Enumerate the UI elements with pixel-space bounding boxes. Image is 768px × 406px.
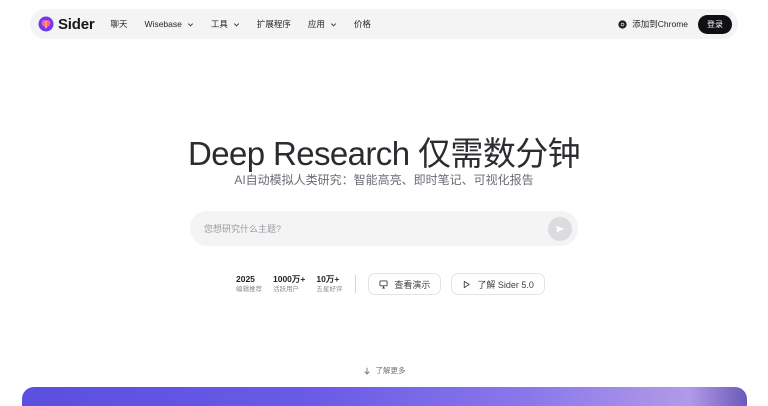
stat-five-star-reviews: 10万+ 五星好评 (316, 274, 342, 294)
play-icon (464, 280, 471, 288)
nav-item-pricing[interactable]: 价格 (354, 18, 371, 30)
nav-item-label: 工具 (210, 19, 228, 29)
chevron-down-icon (187, 22, 193, 26)
nav-item-label: 聊天 (110, 19, 128, 29)
nav-item-label: Wisebase (144, 19, 182, 29)
view-demo-label: 查看演示 (394, 279, 431, 290)
stat-value: 10万+ (316, 274, 340, 284)
view-demo-button[interactable]: 查看演示 (368, 273, 442, 295)
research-topic-input[interactable] (204, 223, 548, 234)
stat-editors-choice: 2025 编辑推荐 (236, 274, 262, 294)
brand-logo[interactable]: Sider (38, 16, 95, 33)
nav-item-wisebase[interactable]: Wisebase (145, 19, 194, 29)
chrome-icon (618, 19, 627, 29)
research-search-bar (190, 211, 578, 246)
nav-item-apps[interactable]: 应用 (308, 18, 337, 30)
hero-subtitle: AI自动模拟人类研究：智能高亮、即时笔记、可视化报告 (234, 173, 534, 187)
nav-item-label: 扩展程序 (256, 19, 291, 29)
chevron-down-icon (330, 22, 336, 26)
learn-more-label: 了解更多 (375, 366, 406, 375)
brand-name: Sider (58, 15, 95, 33)
nav-item-chat[interactable]: 聊天 (111, 18, 128, 30)
learn-more-link[interactable]: 了解更多 (0, 365, 768, 376)
login-button[interactable]: 登录 (698, 14, 732, 34)
promo-banner (22, 387, 747, 406)
nav-item-tools[interactable]: 工具 (211, 18, 240, 30)
stats-row: 2025 编辑推荐 1000万+ 活跃用户 10万+ 五星好评 查看演示 了解 … (236, 272, 555, 296)
send-icon (556, 225, 564, 232)
nav-item-label: 价格 (353, 19, 371, 29)
learn-sider-button[interactable]: 了解 Sider 5.0 (451, 273, 545, 295)
arrow-down-icon (363, 367, 370, 375)
sider-logo-icon (38, 16, 54, 32)
nav-menu: 聊天 Wisebase 工具 扩展程序 应用 价格 (111, 18, 388, 30)
stat-value: 2025 (236, 274, 255, 284)
hero-title: Deep Research 仅需数分钟 (187, 135, 581, 172)
nav-item-extensions[interactable]: 扩展程序 (257, 18, 291, 30)
stat-label: 活跃用户 (273, 286, 299, 293)
send-button[interactable] (548, 216, 572, 241)
stat-active-users: 1000万+ 活跃用户 (273, 274, 305, 294)
chevron-down-icon (233, 22, 239, 26)
demo-icon (379, 279, 388, 289)
add-to-chrome-link[interactable]: 添加到Chrome (618, 18, 688, 30)
stat-value: 1000万+ (273, 274, 306, 284)
add-to-chrome-label: 添加到Chrome (632, 19, 688, 29)
nav-item-label: 应用 (307, 19, 325, 29)
top-nav: Sider 聊天 Wisebase 工具 扩展程序 应用 价格 添加到Chrom… (30, 9, 738, 39)
stats-divider (355, 275, 357, 293)
stat-label: 五星好评 (316, 286, 343, 293)
learn-sider-label: 了解 Sider 5.0 (477, 279, 534, 290)
nav-right: 添加到Chrome 登录 (618, 14, 732, 34)
stat-label: 编辑推荐 (236, 286, 262, 293)
